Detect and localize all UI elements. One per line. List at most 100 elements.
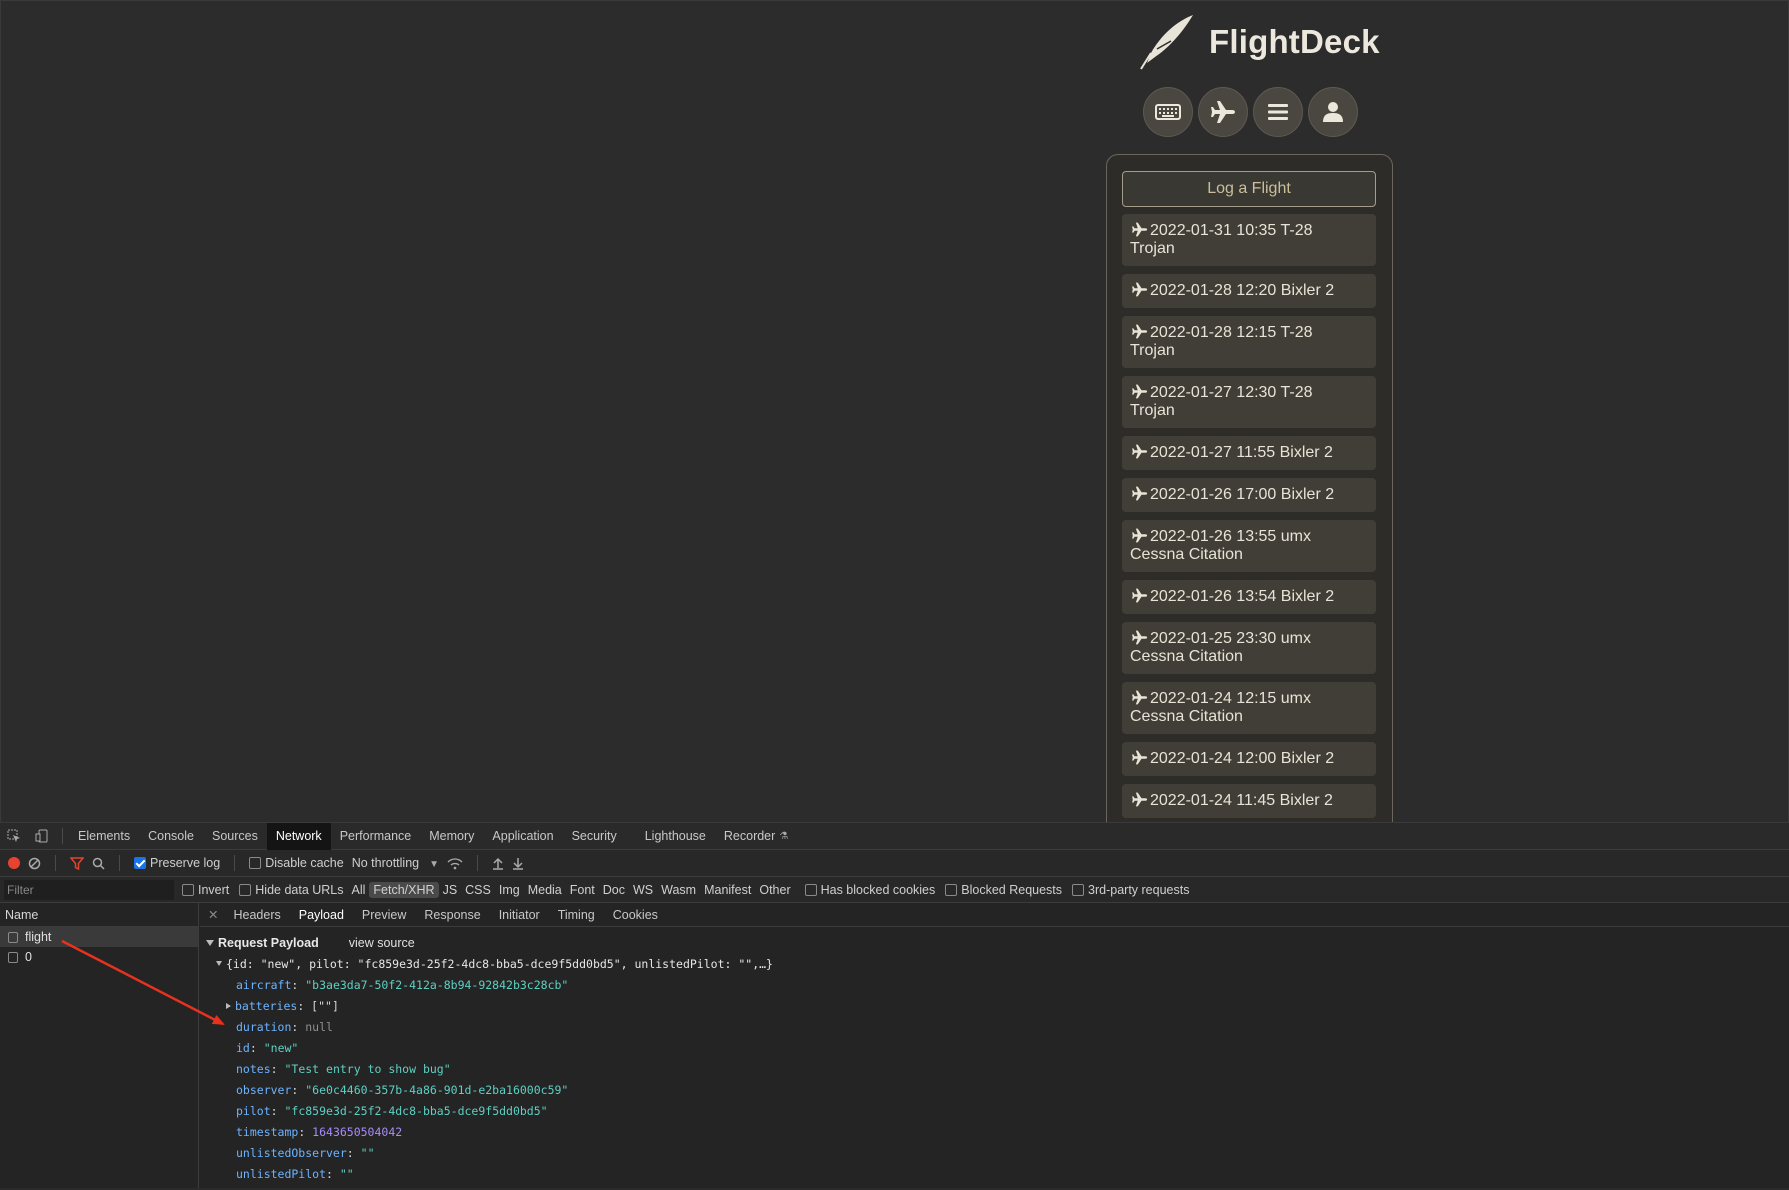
request-payload: Request Payload view source {id: "new", … (200, 927, 1789, 1190)
has-blocked-cookies-checkbox[interactable]: Has blocked cookies (804, 883, 935, 897)
detail-tab-initiator[interactable]: Initiator (490, 903, 549, 927)
expand-triangle-icon[interactable] (216, 961, 222, 966)
flight-item[interactable]: 2022-01-25 23:30 umx Cessna Citation (1122, 622, 1376, 674)
filter-input[interactable]: Filter (4, 879, 174, 900)
detail-tab-cookies[interactable]: Cookies (604, 903, 667, 927)
flight-item[interactable]: 2022-01-27 12:30 T-28 Trojan (1122, 376, 1376, 428)
devtools-tab-recorder[interactable]: Recorder (715, 823, 784, 850)
record-button[interactable] (8, 857, 20, 869)
filter-type-js[interactable]: JS (439, 882, 462, 898)
flight-item[interactable]: 2022-01-31 10:35 T-28 Trojan (1122, 214, 1376, 266)
devtools-tab-performance[interactable]: Performance (331, 823, 421, 850)
experiment-flask-icon: ⚗ (779, 830, 789, 842)
detail-tab-preview[interactable]: Preview (353, 903, 415, 927)
detail-tab-payload[interactable]: Payload (290, 903, 353, 927)
search-icon[interactable] (92, 857, 105, 870)
menu-button[interactable] (1253, 87, 1303, 137)
checkbox[interactable] (249, 857, 262, 869)
disable-cache-checkbox[interactable]: Disable cache (249, 856, 344, 870)
filter-type-img[interactable]: Img (495, 882, 524, 898)
flight-item[interactable]: 2022-01-24 11:45 Bixler 2 (1122, 784, 1376, 818)
payload-field-aircraft[interactable]: aircraft: "b3ae3da7-50f2-412a-8b94-92842… (206, 974, 1783, 995)
request-row[interactable]: 0 (0, 947, 198, 967)
payload-field-duration[interactable]: duration: null (206, 1016, 1783, 1037)
detail-tab-timing[interactable]: Timing (549, 903, 604, 927)
payload-field-unlistedpilot[interactable]: unlistedPilot: "" (206, 1163, 1783, 1184)
flight-item[interactable]: 2022-01-26 13:54 Bixler 2 (1122, 580, 1376, 614)
network-conditions-icon[interactable] (447, 857, 463, 870)
payload-summary[interactable]: {id: "new", pilot: "fc859e3d-25f2-4dc8-b… (206, 953, 1783, 974)
flight-item[interactable]: 2022-01-26 13:55 umx Cessna Citation (1122, 520, 1376, 572)
payload-field-batteries[interactable]: batteries: [""] (206, 995, 1783, 1016)
detail-tab-response[interactable]: Response (415, 903, 489, 927)
devtools-tab-security[interactable]: Security (563, 823, 626, 850)
devtools-panel: Elements Console Sources Network Performance… (0, 822, 1789, 1190)
third-party-checkbox[interactable]: 3rd-party requests (1072, 883, 1189, 897)
flight-item[interactable]: 2022-01-28 12:20 Bixler 2 (1122, 274, 1376, 308)
divider (234, 855, 236, 871)
flight-item[interactable]: 2022-01-28 12:15 T-28 Trojan (1122, 316, 1376, 368)
flight-item[interactable]: 2022-01-27 11:55 Bixler 2 (1122, 436, 1376, 470)
payload-field-observer[interactable]: observer: "6e0c4460-357b-4a86-901d-e2ba1… (206, 1079, 1783, 1100)
payload-field-id[interactable]: id: "new" (206, 1037, 1783, 1058)
invert-checkbox[interactable]: Invert (182, 883, 229, 897)
checkbox[interactable] (1072, 883, 1085, 896)
import-har-icon[interactable] (492, 857, 504, 870)
devtools-tab-sources[interactable]: Sources (203, 823, 267, 850)
keyboard-button[interactable] (1143, 87, 1193, 137)
preserve-log-checkbox[interactable]: Preserve log (134, 856, 220, 870)
filter-type-css[interactable]: CSS (461, 882, 495, 898)
devtools-tab-application[interactable]: Application (483, 823, 562, 850)
checkbox[interactable] (804, 883, 817, 896)
export-har-icon[interactable] (512, 857, 524, 870)
filter-type-manifest[interactable]: Manifest (700, 882, 755, 898)
checkbox-checked[interactable] (134, 857, 146, 869)
filter-type-all[interactable]: All (348, 882, 370, 898)
checkbox[interactable] (239, 883, 252, 896)
checkbox[interactable] (945, 883, 958, 896)
profile-button[interactable] (1308, 87, 1358, 137)
filter-type-media[interactable]: Media (524, 882, 566, 898)
expand-triangle-icon[interactable] (226, 1002, 231, 1009)
devtools-tab-memory[interactable]: Memory (420, 823, 483, 850)
flight-item[interactable]: 2022-01-26 17:00 Bixler 2 (1122, 478, 1376, 512)
close-detail-icon[interactable]: ✕ (200, 907, 224, 922)
brand[interactable]: FlightDeck (1137, 11, 1380, 73)
filter-type-ws[interactable]: WS (629, 882, 657, 898)
devtools-tab-console[interactable]: Console (139, 823, 203, 850)
payload-field-unlistedobserver[interactable]: unlistedObserver: "" (206, 1142, 1783, 1163)
row-checkbox[interactable] (8, 951, 18, 963)
checkbox[interactable] (182, 883, 194, 896)
expand-triangle-icon[interactable] (206, 940, 214, 946)
filter-type-font[interactable]: Font (566, 882, 599, 898)
clear-icon[interactable] (28, 857, 41, 870)
filter-icon[interactable] (70, 856, 84, 870)
payload-field-pilot[interactable]: pilot: "fc859e3d-25f2-4dc8-bba5-dce9f5dd… (206, 1100, 1783, 1121)
network-toolbar: Preserve log Disable cache No throttling… (0, 850, 1789, 877)
filter-type-fetch-xhr[interactable]: Fetch/XHR (369, 881, 439, 898)
request-row[interactable]: flight (0, 927, 198, 947)
hide-data-urls-checkbox[interactable]: Hide data URLs (239, 883, 344, 897)
payload-field-timestamp[interactable]: timestamp: 1643650504042 (206, 1121, 1783, 1142)
filter-type-wasm[interactable]: Wasm (657, 882, 700, 898)
row-checkbox[interactable] (8, 931, 18, 943)
request-payload-header[interactable]: Request Payload view source (206, 933, 1783, 953)
name-column-header[interactable]: Name (0, 903, 198, 927)
plane-icon (1132, 384, 1148, 399)
devtools-tab-elements[interactable]: Elements (69, 823, 139, 850)
payload-field-notes[interactable]: notes: "Test entry to show bug" (206, 1058, 1783, 1079)
devtools-tab-network[interactable]: Network (266, 822, 331, 850)
blocked-requests-checkbox[interactable]: Blocked Requests (945, 883, 1062, 897)
view-source-link[interactable]: view source (349, 936, 415, 950)
devtools-tab-lighthouse[interactable]: Lighthouse (636, 823, 715, 850)
flight-item[interactable]: 2022-01-24 12:00 Bixler 2 (1122, 742, 1376, 776)
detail-tab-headers[interactable]: Headers (224, 903, 289, 927)
device-toolbar-button[interactable] (28, 823, 56, 850)
throttling-select[interactable]: No throttling ▼ (352, 856, 439, 870)
flight-item[interactable]: 2022-01-24 12:15 umx Cessna Citation (1122, 682, 1376, 734)
filter-type-other[interactable]: Other (755, 882, 794, 898)
inspect-element-button[interactable] (0, 823, 28, 850)
log-flight-button[interactable]: Log a Flight (1122, 171, 1376, 207)
flights-button[interactable] (1198, 87, 1248, 137)
filter-type-doc[interactable]: Doc (599, 882, 629, 898)
